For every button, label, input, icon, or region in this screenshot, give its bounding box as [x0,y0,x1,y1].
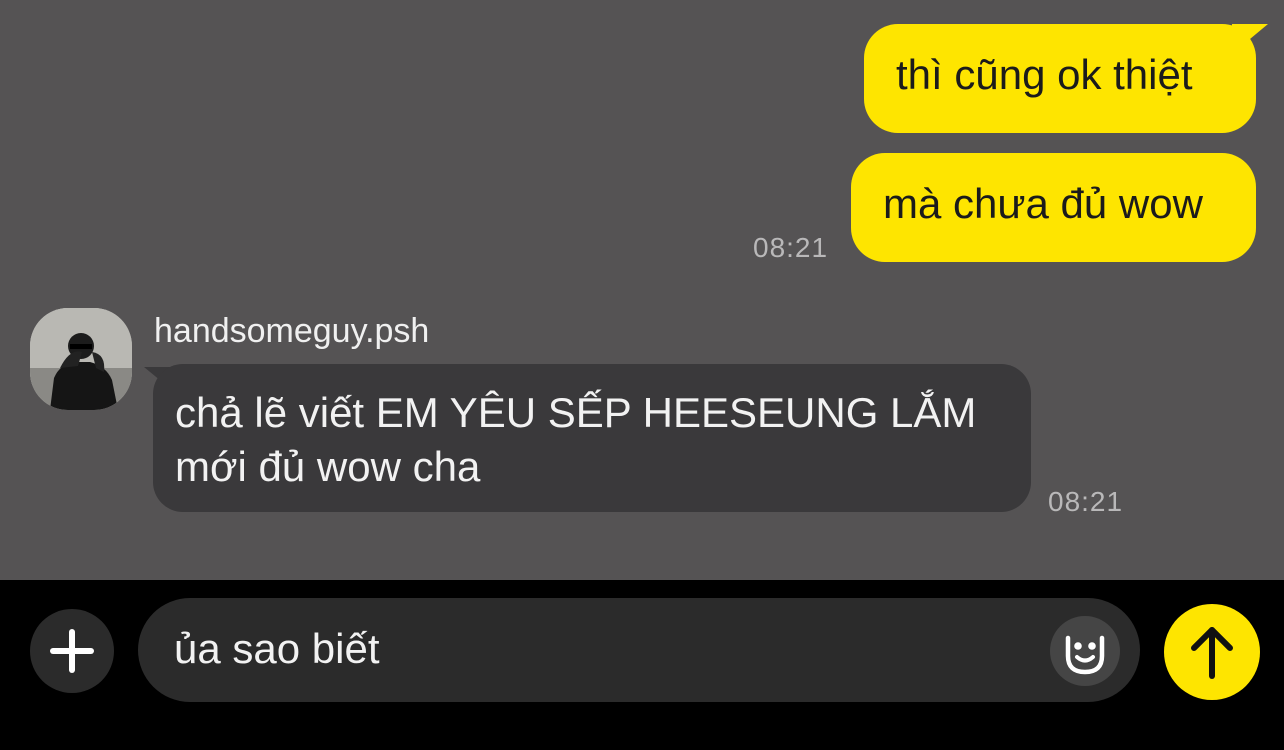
message-timestamp: 08:21 [1048,486,1124,517]
emoji-button[interactable] [1050,616,1120,686]
add-attachment-button[interactable] [30,609,114,693]
incoming-message-bubble[interactable]: chả lẽ viết EM YÊU SẾP HEESEUNG LẮM mới … [153,364,1031,512]
plus-icon [50,629,94,673]
sender-avatar[interactable] [30,308,132,410]
outgoing-message-bubble[interactable]: mà chưa đủ wow [851,153,1256,262]
send-button[interactable] [1164,604,1260,700]
smiley-icon [1065,635,1105,675]
arrow-up-icon [1191,627,1233,679]
message-timestamp: 08:21 [753,232,829,263]
outgoing-message-bubble[interactable]: thì cũng ok thiệt [864,24,1256,133]
avatar-photo [30,308,132,410]
sender-name: handsomeguy.psh [154,312,430,350]
chat-area: thì cũng ok thiệt mà chưa đủ wow 08:21 h… [0,0,1284,580]
message-input-text[interactable]: ủa sao biết [174,622,380,676]
